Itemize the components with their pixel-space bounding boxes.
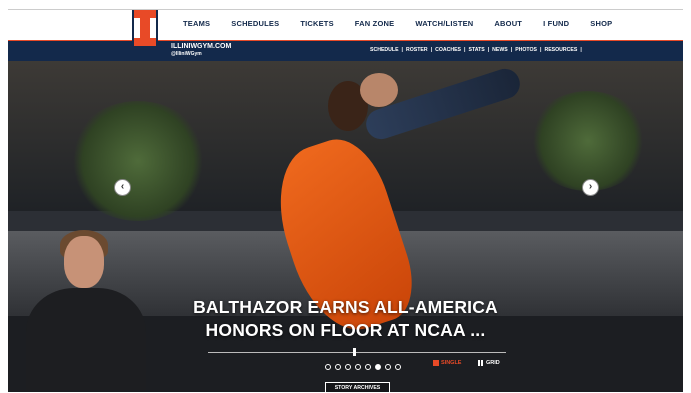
slide-dot[interactable] — [335, 364, 341, 370]
nav-schedules[interactable]: SCHEDULES — [231, 19, 279, 28]
chevron-right-icon: › — [588, 181, 593, 192]
subnav-separator: | — [510, 47, 513, 53]
browser-frame: TEAMS SCHEDULES TICKETS FAN ZONE WATCH/L… — [8, 9, 683, 392]
headline-line-1[interactable]: BALTHAZOR EARNS ALL-AMERICA — [8, 296, 683, 318]
logo-notch-left — [134, 18, 140, 38]
subnav-separator: | — [464, 47, 466, 53]
subnav-schedule[interactable]: SCHEDULE — [370, 47, 399, 53]
subnav-news[interactable]: NEWS — [492, 47, 508, 53]
site-handle: @IlliniWGym — [171, 51, 202, 57]
nav-shop[interactable]: SHOP — [590, 19, 612, 28]
nav-i-fund[interactable]: I FUND — [543, 19, 569, 28]
site-title[interactable]: ILLINIWGYM.COM @IlliniWGym — [171, 43, 231, 58]
subnav-photos[interactable]: PHOTOS — [515, 47, 537, 53]
subnav-coaches[interactable]: COACHES — [435, 47, 461, 53]
slide-indicators — [325, 364, 401, 370]
slide-dot[interactable] — [325, 364, 331, 370]
slide-dot[interactable] — [365, 364, 371, 370]
nav-tickets[interactable]: TICKETS — [300, 19, 333, 28]
previous-slide-button[interactable]: ‹ — [114, 179, 131, 196]
slide-dot[interactable] — [345, 364, 351, 370]
grid-view-toggle[interactable]: GRID — [478, 360, 500, 366]
nav-watch-listen[interactable]: WATCH/LISTEN — [415, 19, 473, 28]
chevron-left-icon: ‹ — [120, 181, 125, 192]
illinois-block-i-logo[interactable] — [134, 10, 156, 46]
story-archives-button[interactable]: STORY ARCHIVES — [325, 382, 390, 392]
top-navigation: TEAMS SCHEDULES TICKETS FAN ZONE WATCH/L… — [8, 10, 683, 46]
subnav-stats[interactable]: STATS — [468, 47, 484, 53]
subnav-separator: | — [580, 47, 582, 53]
gymnast-figure — [261, 65, 524, 392]
subnav-roster[interactable]: ROSTER — [406, 47, 428, 53]
subnav-separator: | — [430, 47, 433, 53]
nav-fan-zone[interactable]: FAN ZONE — [355, 19, 395, 28]
nav-about[interactable]: ABOUT — [494, 19, 522, 28]
spectator-head — [64, 236, 104, 288]
single-view-icon — [433, 360, 439, 366]
slide-dot[interactable] — [395, 364, 401, 370]
site-name: ILLINIWGYM.COM — [171, 43, 232, 50]
headline-divider — [208, 352, 506, 353]
headline-line-2[interactable]: HONORS ON FLOOR AT NCAA ... — [8, 319, 683, 341]
subnav-resources[interactable]: RESOURCES — [544, 47, 577, 53]
sport-subnav-bar: ILLINIWGYM.COM @IlliniWGym SCHEDULE | ROS… — [8, 40, 683, 61]
grid-view-label: GRID — [486, 360, 500, 366]
grid-view-icon — [478, 360, 484, 366]
subnav-separator: | — [540, 47, 542, 53]
plant-decoration — [68, 101, 208, 221]
single-view-label: SINGLE — [441, 360, 462, 366]
nav-teams[interactable]: TEAMS — [183, 19, 210, 28]
subnav-separator: | — [487, 47, 490, 53]
main-nav-links: TEAMS SCHEDULES TICKETS FAN ZONE WATCH/L… — [183, 19, 633, 28]
slide-dot[interactable] — [385, 364, 391, 370]
sport-subnav-links: SCHEDULE | ROSTER | COACHES | STATS | NEWS | … — [370, 47, 585, 53]
plant-decoration — [528, 91, 648, 191]
divider-marker — [353, 348, 356, 356]
next-slide-button[interactable]: › — [582, 179, 599, 196]
slide-dot[interactable] — [355, 364, 361, 370]
logo-notch-right — [150, 18, 156, 38]
single-view-toggle[interactable]: SINGLE — [433, 360, 461, 366]
hero-slideshow[interactable]: ‹ › BALTHAZOR EARNS ALL-AMERICA HONORS O… — [8, 61, 683, 392]
subnav-separator: | — [401, 47, 403, 53]
slide-dot[interactable] — [375, 364, 381, 370]
gymnast-face — [360, 73, 398, 107]
